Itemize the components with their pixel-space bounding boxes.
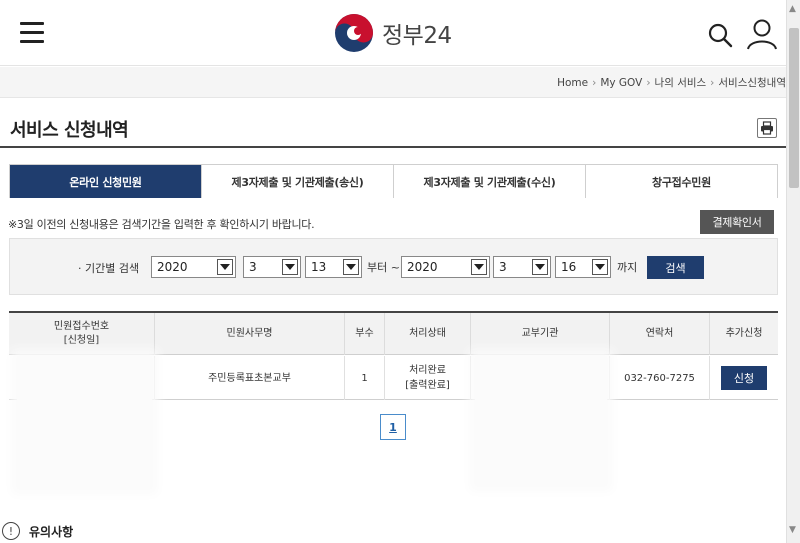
th-receipt-line2: [신청일] — [63, 335, 100, 346]
th-extra-request: 추가신청 — [709, 313, 778, 355]
chevron-down-icon — [532, 259, 548, 275]
to-month-select[interactable]: 3 — [493, 256, 551, 278]
th-receipt-number: 민원접수번호 [신청일] — [9, 313, 154, 355]
breadcrumb-current: 서비스신청내역 — [718, 77, 786, 89]
redacted-agency-area — [475, 356, 607, 486]
pagination-page[interactable]: 1 — [380, 414, 406, 440]
search-icon[interactable] — [707, 22, 733, 48]
td-service-name: 주민등록표초본교부 — [154, 356, 344, 400]
breadcrumb-chevron-icon: › — [592, 77, 597, 89]
chevron-down-icon — [343, 259, 359, 275]
from-month-value: 3 — [249, 260, 257, 274]
period-search-box: · 기간별 검색 2020 3 13 부터 ~ 2020 3 16 까지 검색 — [9, 238, 778, 295]
page-title: 서비스 신청내역 — [10, 120, 129, 141]
tab-counter-request[interactable]: 창구접수민원 — [585, 165, 777, 198]
th-count: 부수 — [344, 313, 384, 355]
td-count: 1 — [344, 356, 384, 400]
apply-button[interactable]: 신청 — [721, 366, 767, 390]
exclamation-circle-icon: ! — [2, 522, 20, 540]
scroll-thumb[interactable] — [789, 28, 799, 188]
td-contact: 032-760-7275 — [609, 356, 709, 400]
period-notice: ※3일 이전의 신청내용은 검색기간을 입력한 후 확인하시기 바랍니다. — [8, 218, 315, 231]
breadcrumb-chevron-icon: › — [710, 77, 715, 89]
to-suffix: 까지 — [617, 261, 638, 274]
td-extra-request: 신청 — [709, 356, 778, 400]
to-day-select[interactable]: 16 — [555, 256, 611, 278]
chevron-down-icon — [282, 259, 298, 275]
th-agency: 교부기관 — [470, 313, 609, 355]
td-status: 처리완료 [출력완료] — [384, 356, 470, 400]
title-divider — [0, 146, 786, 148]
breadcrumb-mygov[interactable]: My GOV — [600, 77, 642, 89]
period-search-label: · 기간별 검색 — [78, 262, 140, 275]
to-month-value: 3 — [499, 260, 507, 274]
site-logo[interactable]: 정부24 — [334, 12, 452, 54]
th-contact: 연락처 — [609, 313, 709, 355]
td-status-line1: 처리완료 — [409, 365, 446, 376]
tab-third-party-received[interactable]: 제3자제출 및 기관제출(수신) — [393, 165, 585, 198]
hamburger-menu-icon[interactable] — [20, 22, 44, 44]
chevron-down-icon — [471, 259, 487, 275]
print-button[interactable] — [757, 118, 777, 138]
payment-confirmation-button[interactable]: 결제확인서 — [700, 210, 774, 234]
chevron-down-icon — [217, 259, 233, 275]
search-button[interactable]: 검색 — [647, 256, 704, 279]
printer-icon — [761, 121, 773, 135]
user-icon[interactable] — [745, 18, 779, 50]
breadcrumb-chevron-icon: › — [646, 77, 651, 89]
from-year-select[interactable]: 2020 — [151, 256, 236, 278]
logo-text: 정부24 — [382, 23, 452, 49]
from-suffix: 부터 ~ — [367, 261, 400, 274]
tab-online-request[interactable]: 온라인 신청민원 — [10, 165, 201, 198]
td-status-line2: [출력완료] — [405, 380, 450, 391]
breadcrumb-home[interactable]: Home — [557, 77, 588, 89]
breadcrumb-my-service[interactable]: 나의 서비스 — [655, 77, 707, 89]
redacted-receipt-area — [17, 356, 152, 489]
to-year-select[interactable]: 2020 — [401, 256, 490, 278]
from-month-select[interactable]: 3 — [243, 256, 301, 278]
from-year-value: 2020 — [157, 260, 188, 274]
caution-title: 유의사항 — [29, 524, 74, 539]
request-tabs: 온라인 신청민원 제3자제출 및 기관제출(송신) 제3자제출 및 기관제출(수… — [9, 164, 778, 198]
from-day-select[interactable]: 13 — [305, 256, 362, 278]
from-day-value: 13 — [311, 260, 327, 274]
th-service-name: 민원사무명 — [154, 313, 344, 355]
breadcrumb-bar: Home › My GOV › 나의 서비스 › 서비스신청내역 — [0, 67, 786, 98]
site-header: 정부24 — [0, 0, 786, 66]
scroll-down-arrow-icon[interactable]: ▼ — [789, 525, 796, 535]
taegeuk-logo-icon — [335, 14, 373, 52]
scroll-up-arrow-icon[interactable]: ▲ — [789, 4, 796, 14]
th-status: 처리상태 — [384, 313, 470, 355]
to-day-value: 16 — [561, 260, 577, 274]
breadcrumb: Home › My GOV › 나의 서비스 › 서비스신청내역 — [557, 75, 786, 90]
caution-section: ! 유의사항 — [2, 522, 73, 540]
chevron-down-icon — [592, 259, 608, 275]
table-header: 민원접수번호 [신청일] 민원사무명 부수 처리상태 교부기관 연락처 추가신청 — [9, 313, 778, 355]
th-receipt-line1: 민원접수번호 — [53, 321, 110, 332]
page-scrollbar[interactable]: ▲ ▼ — [786, 0, 800, 543]
to-year-value: 2020 — [407, 260, 438, 274]
tab-third-party-sent[interactable]: 제3자제출 및 기관제출(송신) — [201, 165, 393, 198]
